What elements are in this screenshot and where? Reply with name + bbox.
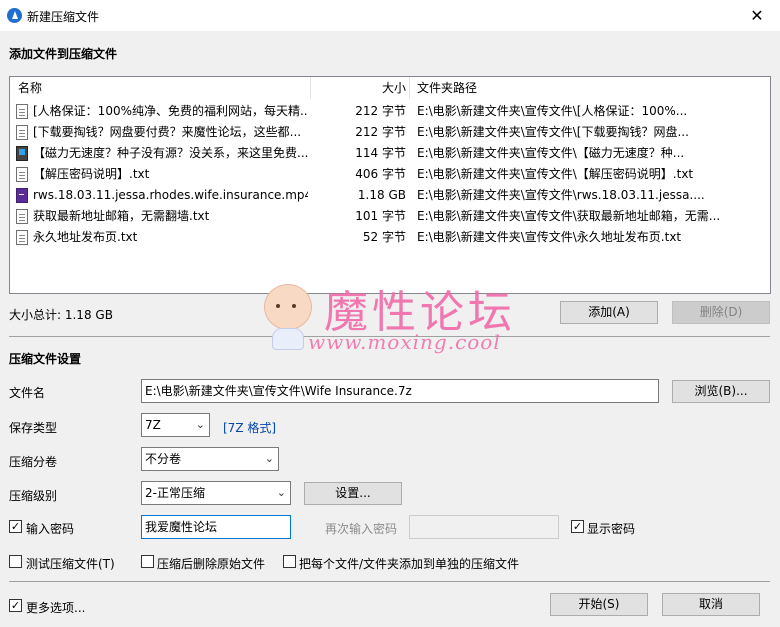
divider [9, 581, 770, 582]
file-size: 406 字节 [355, 167, 406, 181]
separate-archives-label: 把每个文件/文件夹添加到单独的压缩文件 [299, 557, 520, 571]
url-file-icon [16, 146, 28, 161]
file-row[interactable]: [人格保证：100%纯净、免费的福利网站，每天精... 212 字节 E:\电影\新… [10, 101, 770, 122]
file-size: 52 字节 [362, 230, 406, 244]
column-header-size[interactable]: 大小 [310, 77, 406, 99]
watermark-url: www.moxing.cool [308, 330, 501, 354]
close-icon[interactable]: ✕ [734, 0, 780, 31]
column-header-name[interactable]: 名称 [18, 77, 42, 99]
test-archive-label: 测试压缩文件(T) [26, 557, 115, 571]
file-row[interactable]: 获取最新地址邮箱，无需翻墙.txt 101 字节 E:\电影\新建文件夹\宣传文件\… [10, 206, 770, 227]
settings-button[interactable]: 设置... [304, 482, 402, 505]
split-label: 压缩分卷 [9, 455, 58, 469]
file-row[interactable]: [下载要掏钱？网盘要付费？来魔性论坛，这些都... 212 字节 E:\电影\新建文… [10, 122, 770, 143]
watermark: 魔性论坛 www.moxing.cool [258, 272, 538, 362]
file-path: E:\电影\新建文件夹\宣传文件\[下载要掏钱？网盘... [417, 125, 689, 139]
file-list[interactable]: 名称 大小 文件夹路径 [人格保证：100%纯净、免费的福利网站，每天精... 2… [9, 76, 771, 294]
split-select[interactable]: 不分卷 ⌄ [141, 447, 279, 471]
check-icon: ✓ [572, 520, 583, 533]
file-size: 114 字节 [355, 146, 406, 160]
add-section-title: 添加文件到压缩文件 [9, 47, 118, 61]
text-file-icon [16, 104, 28, 119]
file-size: 1.18 GB [357, 188, 406, 202]
text-file-icon [16, 167, 28, 182]
file-name: [人格保证：100%纯净、免费的福利网站，每天精... [33, 104, 308, 118]
chevron-down-icon: ⌄ [276, 486, 286, 499]
file-path: E:\电影\新建文件夹\宣传文件\【磁力无速度？种... [417, 146, 685, 160]
total-size: 大小总计: 1.18 GB [9, 308, 113, 322]
window-title: 新建压缩文件 [27, 10, 100, 24]
video-file-icon [16, 188, 28, 203]
delete-source-checkbox[interactable] [141, 555, 154, 568]
password-checkbox[interactable]: ✓ [9, 520, 22, 533]
level-select[interactable]: 2-正常压缩 ⌄ [141, 481, 291, 505]
start-button[interactable]: 开始(S) [550, 593, 648, 616]
text-file-icon [16, 230, 28, 245]
file-name: 【解压密码说明】.txt [33, 167, 150, 181]
level-label: 压缩级别 [9, 489, 58, 503]
settings-title: 压缩文件设置 [9, 352, 82, 366]
more-options-label[interactable]: 更多选项... [26, 599, 85, 616]
filename-input[interactable]: E:\电影\新建文件夹\宣传文件\Wife Insurance.7z [141, 379, 659, 403]
file-size: 212 字节 [355, 104, 406, 118]
type-select[interactable]: 7Z ⌄ [141, 413, 210, 437]
file-path: E:\电影\新建文件夹\宣传文件\获取最新地址邮箱，无需... [417, 209, 721, 223]
separate-archives-checkbox[interactable] [283, 555, 296, 568]
file-row[interactable]: 【磁力无速度？种子没有源？没关系，来这里免费... 114 字节 E:\电影\新建文… [10, 143, 770, 164]
type-select-value: 7Z [145, 418, 161, 432]
delete-button[interactable]: 删除(D) [672, 301, 770, 324]
add-button[interactable]: 添加(A) [560, 301, 658, 324]
filename-label: 文件名 [9, 386, 46, 400]
file-name: rws.18.03.11.jessa.rhodes.wife.insurance… [33, 188, 308, 202]
file-path: E:\电影\新建文件夹\宣传文件\【解压密码说明】.txt [417, 167, 694, 181]
split-select-value: 不分卷 [145, 452, 182, 466]
column-divider[interactable] [409, 77, 410, 99]
show-password-label: 显示密码 [587, 522, 636, 536]
file-name: 永久地址发布页.txt [33, 230, 138, 244]
type-label: 保存类型 [9, 421, 58, 435]
password-input[interactable]: 我爱魔性论坛 [141, 515, 291, 539]
column-header-path[interactable]: 文件夹路径 [417, 77, 477, 99]
delete-source-label: 压缩后删除原始文件 [157, 557, 266, 571]
file-name: 【磁力无速度？种子没有源？没关系，来这里免费... [33, 146, 308, 160]
cancel-button[interactable]: 取消 [662, 593, 760, 616]
chevron-down-icon: ⌄ [264, 452, 274, 465]
check-icon: ✓ [10, 520, 21, 533]
text-file-icon [16, 125, 28, 140]
format-link[interactable]: [7Z 格式] [223, 419, 276, 436]
file-name: [下载要掏钱？网盘要付费？来魔性论坛，这些都... [33, 125, 302, 139]
title-bar: 新建压缩文件 ✕ [0, 0, 780, 31]
more-options-checkbox[interactable]: ✓ [9, 599, 22, 612]
show-password-checkbox[interactable]: ✓ [571, 520, 584, 533]
password-label: 输入密码 [26, 522, 75, 536]
file-name: 获取最新地址邮箱，无需翻墙.txt [33, 209, 210, 223]
file-path: E:\电影\新建文件夹\宣传文件\[人格保证：100%... [417, 104, 688, 118]
level-select-value: 2-正常压缩 [145, 486, 205, 500]
reenter-password-input[interactable] [409, 515, 559, 539]
test-archive-checkbox[interactable] [9, 555, 22, 568]
file-row[interactable]: rws.18.03.11.jessa.rhodes.wife.insurance… [10, 185, 770, 206]
app-icon [7, 8, 22, 23]
file-size: 212 字节 [355, 125, 406, 139]
file-path: E:\电影\新建文件夹\宣传文件\rws.18.03.11.jessa.... [417, 188, 705, 202]
file-path: E:\电影\新建文件夹\宣传文件\永久地址发布页.txt [417, 230, 682, 244]
file-size: 101 字节 [355, 209, 406, 223]
chevron-down-icon: ⌄ [195, 418, 205, 431]
text-file-icon [16, 209, 28, 224]
browse-button[interactable]: 浏览(B)... [672, 380, 770, 403]
file-row[interactable]: 【解压密码说明】.txt 406 字节 E:\电影\新建文件夹\宣传文件\【解压密码… [10, 164, 770, 185]
reenter-password-label: 再次输入密码 [325, 522, 398, 536]
file-row[interactable]: 永久地址发布页.txt 52 字节 E:\电影\新建文件夹\宣传文件\永久地址发布页… [10, 227, 770, 248]
check-icon: ✓ [10, 599, 21, 612]
